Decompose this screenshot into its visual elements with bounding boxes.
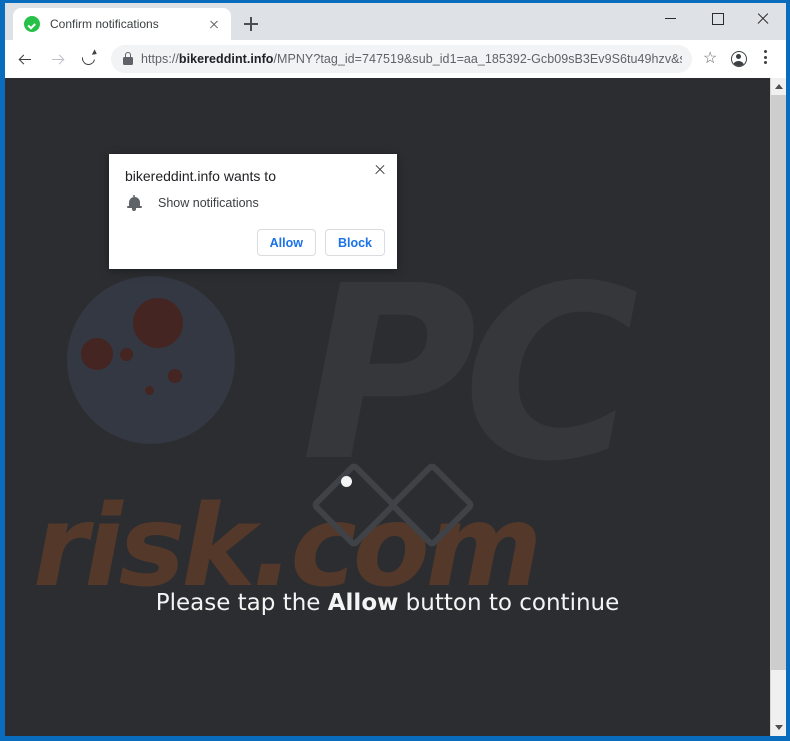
close-icon[interactable]	[205, 15, 223, 33]
reload-icon[interactable]	[75, 45, 103, 73]
window-controls	[648, 3, 786, 33]
maximize-icon[interactable]	[694, 3, 740, 33]
page-content: PC risk.com Please tap the Allow button …	[5, 78, 770, 736]
forward-arrow-icon[interactable]	[43, 45, 71, 73]
page-message-emphasis: Allow	[327, 590, 399, 616]
close-icon[interactable]	[371, 161, 389, 179]
browser-window: Confirm notifications https://bikereddin…	[0, 0, 790, 741]
scroll-down-arrow-icon[interactable]	[771, 719, 786, 736]
browser-tab[interactable]: Confirm notifications	[13, 8, 231, 40]
three-dot-menu-icon[interactable]	[752, 46, 778, 72]
green-check-circle-icon	[24, 16, 40, 32]
account-avatar-icon[interactable]	[726, 46, 752, 72]
double-diamond-spinner-icon	[310, 461, 476, 550]
page-message-suffix: button to continue	[398, 590, 620, 616]
vertical-scrollbar[interactable]	[770, 78, 786, 736]
permission-request-label: Show notifications	[158, 196, 259, 210]
scrollbar-track[interactable]	[771, 95, 786, 719]
permission-dialog-actions: Allow Block	[256, 229, 385, 256]
url-path: /MPNY?tag_id=747519&sub_id1=aa_185392-Gc…	[273, 52, 682, 66]
lock-icon	[115, 46, 141, 72]
url-scheme: https://	[141, 52, 179, 66]
back-arrow-icon[interactable]	[11, 45, 39, 73]
permission-request-row: Show notifications	[125, 194, 259, 212]
permission-dialog-title: bikereddint.info wants to	[125, 168, 276, 184]
browser-toolbar: https://bikereddint.info/MPNY?tag_id=747…	[5, 40, 786, 78]
close-icon[interactable]	[740, 3, 786, 33]
block-button[interactable]: Block	[324, 229, 385, 256]
magnifying-glass-germs-icon	[14, 276, 235, 506]
page-viewport: PC risk.com Please tap the Allow button …	[5, 78, 786, 736]
tab-strip: Confirm notifications	[5, 3, 786, 40]
allow-button[interactable]: Allow	[256, 229, 316, 256]
url-domain: bikereddint.info	[178, 52, 274, 66]
scroll-up-arrow-icon[interactable]	[771, 78, 786, 95]
url-text: https://bikereddint.info/MPNY?tag_id=747…	[141, 52, 682, 66]
page-message-prefix: Please tap the	[155, 590, 328, 616]
notification-permission-dialog: bikereddint.info wants to Show notificat…	[109, 154, 397, 269]
star-icon[interactable]: ☆	[698, 46, 724, 72]
scrollbar-thumb[interactable]	[771, 95, 786, 670]
address-bar[interactable]: https://bikereddint.info/MPNY?tag_id=747…	[111, 45, 692, 73]
tab-title: Confirm notifications	[50, 17, 159, 31]
page-message: Please tap the Allow button to continue	[5, 590, 770, 616]
spinner-dot	[341, 476, 352, 487]
watermark-brand: PC	[301, 234, 639, 514]
minimize-icon[interactable]	[648, 3, 694, 33]
bell-icon	[125, 194, 143, 212]
plus-icon[interactable]	[237, 10, 265, 38]
